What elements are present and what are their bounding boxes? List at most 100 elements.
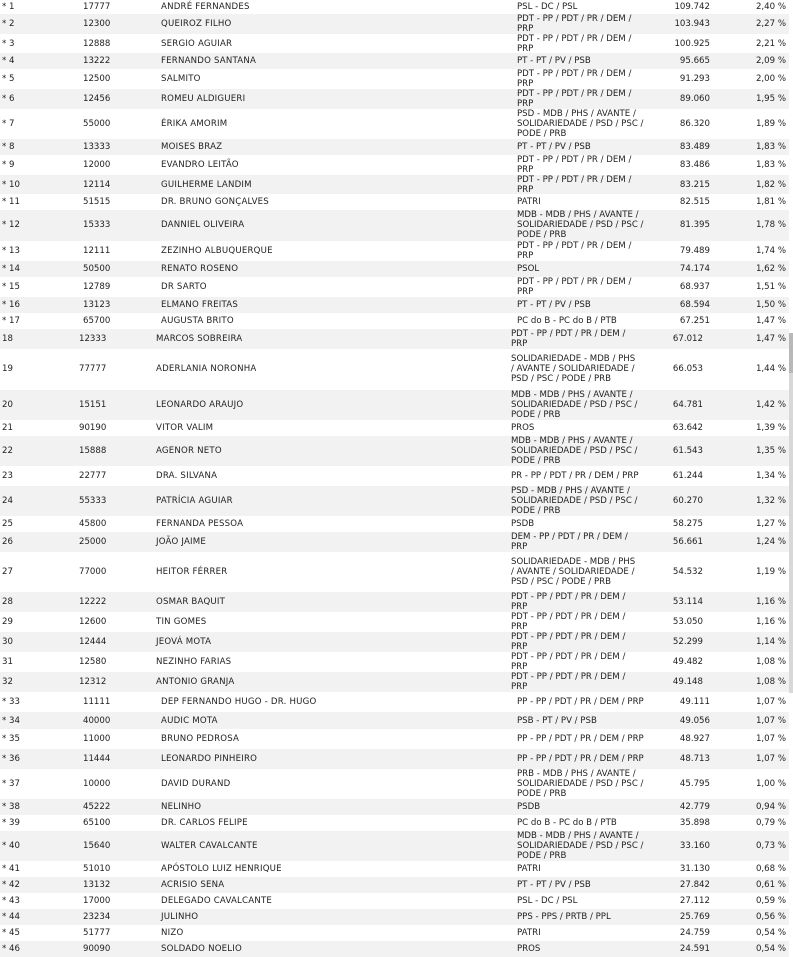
table-row: 25 45800 FERNANDA PESSOA PSDB 58.275 1,27 % (0, 516, 789, 532)
party-coalition: PSD - MDB / PHS / AVANTE / SOLIDARIEDADE… (517, 109, 644, 140)
vote-percentage: 0,73 % (755, 840, 786, 851)
table-row: * 8 13333 MOISES BRAZ PT - PT / PV / PSB 83.… (0, 139, 789, 156)
table-row: * 13 12111 ZEZINHO ALBUQUERQUE PDT - PP / P… (0, 241, 789, 261)
vote-percentage: 0,68 % (755, 863, 786, 874)
candidate-name: ANTONIO GRANJA (156, 677, 235, 688)
table-row: 27 77000 HEITOR FÉRRER SOLIDARIEDADE - MDB … (0, 552, 789, 592)
vote-percentage: 1,32 % (755, 496, 786, 507)
table-row: * 10 12114 GUILHERME LANDIM PDT - PP / PDT … (0, 175, 789, 195)
vote-count: 81.395 (679, 220, 710, 231)
candidate-number: 12000 (83, 160, 111, 171)
vote-count: 48.713 (679, 753, 710, 764)
candidate-number: 17777 (83, 2, 111, 12)
candidate-number: 15151 (79, 399, 107, 410)
table-row: * 36 11444 LEONARDO PINHEIRO PP - PP / PDT … (0, 748, 789, 769)
rank-cell: 32 (2, 677, 13, 688)
candidate-number: 12580 (79, 657, 107, 668)
vote-percentage: 1,07 % (755, 733, 786, 744)
vote-percentage: 0,59 % (755, 895, 786, 906)
candidate-name: WALTER CAVALCANTE (161, 840, 258, 851)
party-coalition: PSDB (511, 519, 535, 530)
vote-percentage: 1,34 % (755, 470, 786, 481)
rank-cell: 20 (2, 399, 13, 410)
rank-cell: * 12 (2, 220, 20, 231)
candidate-name: HEITOR FÉRRER (156, 567, 228, 578)
candidate-name: LEONARDO ARAUJO (156, 399, 244, 410)
vote-percentage: 0,54 % (755, 943, 786, 954)
party-coalition: PPS - PPS / PRTB / PPL (517, 911, 611, 922)
table-row: * 43 17000 DELEGADO CAVALCANTE PSL - DC / P… (0, 893, 789, 909)
candidate-number: 12300 (83, 19, 111, 30)
candidate-name: VITOR VALIM (156, 422, 214, 433)
candidate-name: NEZINHO FARIAS (156, 657, 232, 668)
party-coalition: PSL - DC / PSL (517, 2, 578, 12)
candidate-name: QUEIROZ FILHO (161, 19, 232, 30)
rank-cell: * 11 (2, 197, 20, 208)
vote-percentage: 1,39 % (755, 422, 786, 433)
candidate-name: DEP FERNANDO HUGO - DR. HUGO (161, 697, 317, 708)
table-row: * 44 23234 JULINHO PPS - PPS / PRTB / PPL 25… (0, 908, 789, 925)
rank-cell: 28 (2, 597, 13, 608)
table-row: * 9 12000 EVANDRO LEITÃO PDT - PP / PDT / P… (0, 155, 789, 175)
scrollbar-thumb[interactable] (789, 333, 793, 373)
party-coalition: MDB - MDB / PHS / AVANTE / SOLIDARIEDADE… (517, 210, 644, 241)
candidate-number: 10000 (83, 778, 111, 789)
candidate-number: 90090 (83, 943, 111, 954)
rank-cell: 27 (2, 567, 13, 578)
table-row: * 2 12300 QUEIROZ FILHO PDT - PP / PDT / PR… (0, 14, 789, 35)
scrollbar[interactable] (789, 333, 793, 693)
candidate-name: SERGIO AGUIAR (161, 38, 233, 49)
table-row: * 4 13222 FERNANDO SANTANA PT - PT / PV / P… (0, 53, 789, 70)
vote-percentage: 0,56 % (755, 911, 786, 922)
rank-cell: * 10 (2, 179, 20, 190)
vote-percentage: 1,47 % (755, 315, 786, 326)
candidate-number: 90190 (79, 422, 107, 433)
vote-percentage: 0,61 % (755, 879, 786, 890)
candidate-number: 12111 (83, 245, 111, 256)
rank-cell: * 40 (2, 840, 20, 851)
candidate-name: DRA. SILVANA (156, 470, 218, 481)
party-coalition: PDT - PP / PDT / PR / DEM / PRP (517, 276, 632, 297)
rank-cell: * 3 (2, 38, 15, 49)
rank-cell: * 45 (2, 927, 20, 938)
candidate-number: 13123 (83, 299, 111, 310)
table-row: * 45 51777 NIZO PATRI 24.759 0,54 % (0, 925, 789, 941)
vote-percentage: 1,07 % (755, 753, 786, 764)
candidate-name: DR. BRUNO GONÇALVES (161, 197, 269, 208)
table-row: 19 77777 ADERLANIA NORONHA SOLIDARIEDADE - … (0, 349, 789, 390)
rank-cell: 31 (2, 657, 13, 668)
table-row: * 11 51515 DR. BRUNO GONÇALVES PATRI 82.515 1… (0, 194, 789, 210)
candidate-name: GUILHERME LANDIM (161, 179, 252, 190)
party-coalition: PDT - PP / PDT / PR / DEM / PRP (511, 672, 626, 693)
vote-count: 24.591 (679, 943, 710, 954)
table-row: * 39 65100 DR. CARLOS FELIPE PC do B - PC d… (0, 815, 789, 831)
vote-percentage: 1,08 % (755, 657, 786, 668)
vote-count: 56.661 (672, 537, 703, 548)
rank-cell: 25 (2, 519, 13, 530)
vote-count: 52.299 (672, 637, 703, 648)
rank-cell: * 43 (2, 895, 20, 906)
party-coalition: PDT - PP / PDT / PR / DEM / PRP (517, 69, 632, 90)
candidate-number: 77777 (79, 364, 107, 375)
rank-cell: * 38 (2, 801, 20, 812)
rank-cell: 21 (2, 422, 13, 433)
vote-percentage: 1,74 % (755, 245, 786, 256)
candidate-number: 12888 (83, 38, 111, 49)
candidate-name: DAVID DURAND (161, 778, 231, 789)
rank-cell: * 1 (2, 2, 15, 12)
candidate-number: 40000 (83, 715, 111, 726)
rank-cell: 18 (2, 333, 13, 344)
candidate-name: APÓSTOLO LUIZ HENRIQUE (161, 863, 282, 874)
rank-cell: 19 (2, 364, 13, 375)
candidate-name: NIZO (161, 927, 184, 938)
table-row: 31 12580 NEZINHO FARIAS PDT - PP / PDT / PR… (0, 652, 789, 672)
table-row: * 37 10000 DAVID DURAND PRB - MDB / PHS / A… (0, 769, 789, 799)
vote-percentage: 2,40 % (755, 2, 786, 12)
rank-cell: * 15 (2, 281, 20, 292)
vote-count: 31.130 (679, 863, 710, 874)
table-row: * 6 12456 ROMEU ALDIGUERI PDT - PP / PDT / … (0, 89, 789, 110)
vote-count: 33.160 (679, 840, 710, 851)
candidate-number: 15888 (79, 445, 107, 456)
vote-count: 67.251 (679, 315, 710, 326)
vote-count: 58.275 (672, 519, 703, 530)
